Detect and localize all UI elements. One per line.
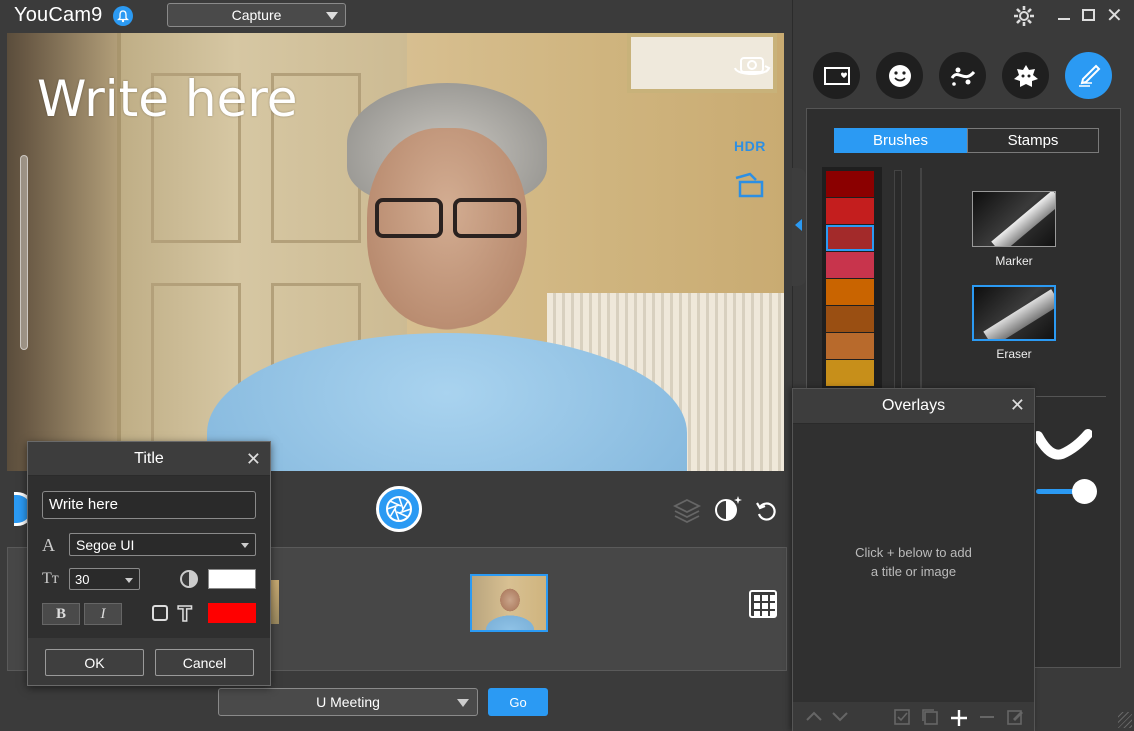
text-outline-icon: T <box>177 601 192 627</box>
thumbnail-partial[interactable] <box>271 580 279 624</box>
brush-icon <box>1078 64 1100 87</box>
color-swatch[interactable] <box>826 279 874 305</box>
opacity-icon[interactable] <box>180 570 198 588</box>
remove-icon[interactable] <box>978 708 996 726</box>
collapse-arrow-icon[interactable] <box>795 219 802 231</box>
distortion-tool-button[interactable] <box>1002 52 1049 99</box>
color-swatch[interactable] <box>826 198 874 224</box>
close-icon[interactable]: ✕ <box>1106 3 1123 28</box>
overlays-empty-hint: Click + below to add a title or image <box>855 545 972 579</box>
overlays-title: Overlays <box>881 397 946 414</box>
title-text-input[interactable]: Write here <box>42 491 256 519</box>
reset-icon[interactable] <box>754 498 780 524</box>
close-icon[interactable]: ✕ <box>1010 395 1025 416</box>
notification-bell-icon[interactable] <box>113 6 133 26</box>
font-dropdown[interactable]: Segoe UI <box>69 533 256 556</box>
distortion-icon <box>1013 64 1038 87</box>
color-swatch[interactable] <box>826 225 874 251</box>
zoom-slider[interactable] <box>20 155 28 350</box>
overlays-panel: Overlays ✕ Click + below to add a title … <box>792 388 1035 731</box>
font-size-value: 30 <box>75 572 90 587</box>
frames-icon[interactable] <box>734 172 766 200</box>
hdr-toggle[interactable]: HDR <box>734 138 766 154</box>
resize-grip[interactable] <box>1118 712 1132 728</box>
font-dropdown-value: Segoe UI <box>76 537 135 553</box>
capture-thumbnail[interactable] <box>470 574 548 632</box>
color-swatch[interactable] <box>826 252 874 278</box>
brush-tool-button[interactable] <box>1065 52 1112 99</box>
palette-scrollbar[interactable] <box>894 170 902 390</box>
aperture-icon <box>386 496 412 522</box>
brush-eraser-label: Eraser <box>996 347 1032 361</box>
title-dialog-header: Title <box>28 442 270 476</box>
add-icon[interactable] <box>949 708 969 728</box>
capture-shutter-button[interactable] <box>376 486 422 532</box>
text-color-swatch[interactable] <box>208 569 256 589</box>
move-up-icon[interactable] <box>805 708 823 724</box>
frame-icon <box>823 66 850 85</box>
mode-dropdown-value: Capture <box>231 7 282 23</box>
edit-icon[interactable] <box>1006 708 1024 726</box>
particle-tool-button[interactable] <box>939 52 986 99</box>
go-button[interactable]: Go <box>488 688 548 716</box>
check-icon[interactable] <box>893 708 911 726</box>
chevron-down-icon <box>125 578 133 583</box>
meeting-app-dropdown[interactable]: U Meeting <box>218 688 478 716</box>
italic-button[interactable]: I <box>84 603 122 625</box>
copy-icon[interactable] <box>921 708 939 726</box>
title-dialog-title: Title <box>134 449 164 467</box>
divider <box>920 168 922 388</box>
ok-button[interactable]: OK <box>45 649 144 676</box>
person-glasses <box>369 198 524 238</box>
smiley-icon <box>888 64 911 87</box>
brush-eraser[interactable] <box>972 285 1056 341</box>
overlay-title-text[interactable]: Write here <box>37 70 298 128</box>
color-palette <box>822 167 882 389</box>
switch-camera-icon[interactable] <box>731 52 773 80</box>
font-size-dropdown[interactable]: 30 <box>69 568 140 590</box>
meeting-app-value: U Meeting <box>316 694 380 710</box>
brush-stroke-preview <box>1033 428 1093 462</box>
divider <box>1036 396 1106 397</box>
cancel-button[interactable]: Cancel <box>155 649 254 676</box>
beauty-icon[interactable] <box>712 494 744 524</box>
emoji-tool-button[interactable] <box>876 52 923 99</box>
gear-icon[interactable] <box>1013 5 1035 27</box>
color-swatch[interactable] <box>826 171 874 197</box>
brush-marker[interactable] <box>972 191 1056 247</box>
color-swatch[interactable] <box>826 333 874 359</box>
title-dialog: Title ✕ Write here A Segoe UI Tт 30 B I … <box>27 441 271 686</box>
font-icon: A <box>42 535 55 555</box>
color-swatch[interactable] <box>826 306 874 332</box>
move-down-icon[interactable] <box>831 708 849 724</box>
grid-view-icon[interactable] <box>749 590 777 618</box>
tab-stamps[interactable]: Stamps <box>967 128 1099 153</box>
frame-tool-button[interactable] <box>813 52 860 99</box>
overlays-header: Overlays <box>793 389 1034 424</box>
bold-button[interactable]: B <box>42 603 80 625</box>
chevron-down-icon <box>326 12 338 20</box>
chevron-down-icon <box>241 543 249 548</box>
brush-size-slider-thumb[interactable] <box>1072 479 1097 504</box>
app-title: YouCam9 <box>14 4 103 26</box>
particle-icon <box>950 67 975 86</box>
overlays-toolbar <box>793 702 1034 731</box>
close-icon[interactable]: ✕ <box>246 449 261 470</box>
layers-icon[interactable] <box>672 496 702 524</box>
font-size-icon: Tт <box>42 570 59 587</box>
color-swatch[interactable] <box>826 360 874 386</box>
outline-checkbox[interactable] <box>152 605 168 621</box>
minimize-icon[interactable] <box>1058 18 1070 20</box>
tab-brushes[interactable]: Brushes <box>834 128 967 153</box>
chevron-down-icon <box>457 699 469 707</box>
brush-marker-label: Marker <box>995 254 1033 268</box>
mode-dropdown[interactable]: Capture <box>167 3 346 27</box>
maximize-icon[interactable] <box>1082 9 1095 21</box>
outline-color-swatch[interactable] <box>208 603 256 623</box>
